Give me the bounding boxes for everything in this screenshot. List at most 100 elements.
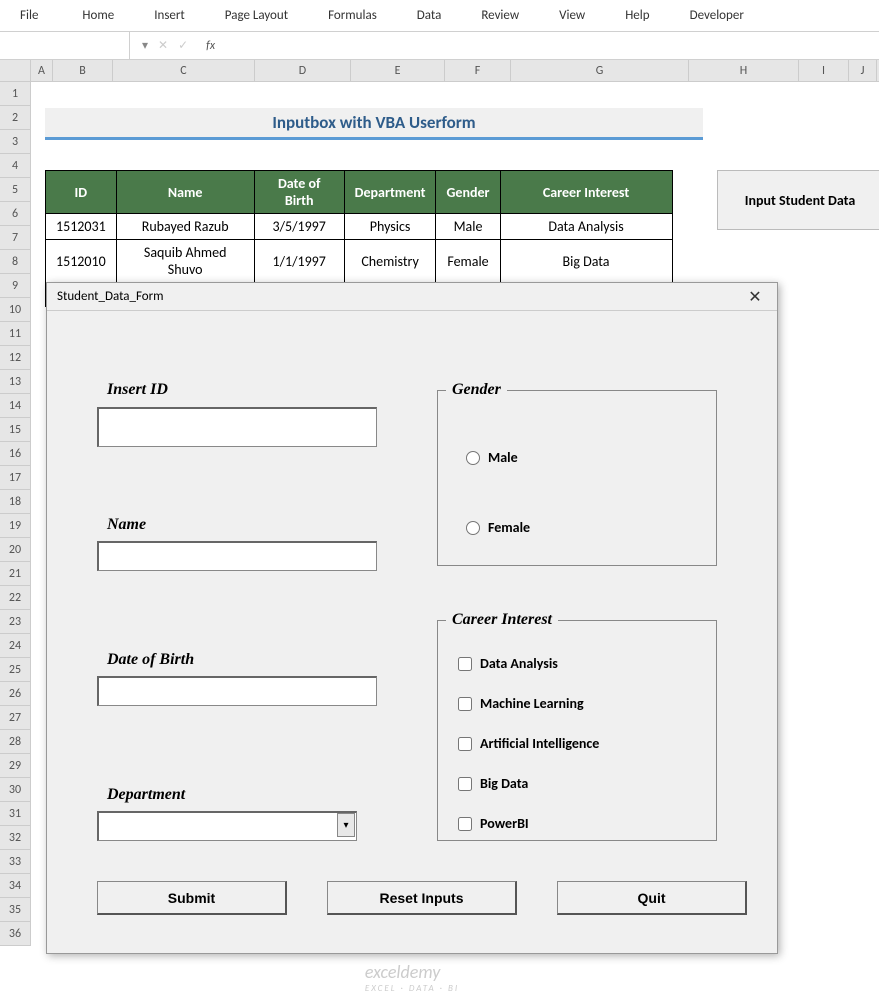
close-icon[interactable]: ✕ bbox=[739, 287, 771, 307]
row-header-22[interactable]: 22 bbox=[0, 586, 30, 610]
name-box[interactable] bbox=[0, 32, 130, 59]
cell[interactable]: 1/1/1997 bbox=[254, 240, 344, 283]
row-header-5[interactable]: 5 bbox=[0, 178, 30, 202]
check-data-analysis[interactable]: Data Analysis bbox=[458, 655, 558, 672]
input-student-data-button[interactable]: Input Student Data bbox=[717, 170, 879, 230]
col-header-d[interactable]: D bbox=[255, 60, 351, 81]
chevron-down-icon[interactable]: ▾ bbox=[337, 813, 355, 837]
col-header-h[interactable]: H bbox=[689, 60, 799, 81]
checkbox-input[interactable] bbox=[458, 737, 472, 751]
row-header-16[interactable]: 16 bbox=[0, 442, 30, 466]
cell[interactable]: Big Data bbox=[500, 240, 672, 283]
cell[interactable]: Data Analysis bbox=[500, 214, 672, 240]
row-header-26[interactable]: 26 bbox=[0, 682, 30, 706]
cell[interactable]: 1512031 bbox=[46, 214, 117, 240]
col-header-i[interactable]: I bbox=[799, 60, 849, 81]
col-header-j[interactable]: J bbox=[849, 60, 877, 81]
col-header-a[interactable]: A bbox=[31, 60, 53, 81]
radio-input[interactable] bbox=[466, 451, 480, 465]
tab-file[interactable]: File bbox=[8, 2, 50, 29]
cell[interactable]: Female bbox=[436, 240, 500, 283]
table-row[interactable]: 1512031 Rubayed Razub 3/5/1997 Physics M… bbox=[46, 214, 673, 240]
row-header-8[interactable]: 8 bbox=[0, 250, 30, 274]
cell[interactable]: Physics bbox=[344, 214, 436, 240]
checkbox-input[interactable] bbox=[458, 657, 472, 671]
cell[interactable]: 3/5/1997 bbox=[254, 214, 344, 240]
tab-formulas[interactable]: Formulas bbox=[320, 2, 385, 29]
row-header-14[interactable]: 14 bbox=[0, 394, 30, 418]
tab-home[interactable]: Home bbox=[74, 2, 122, 29]
row-header-17[interactable]: 17 bbox=[0, 466, 30, 490]
enter-icon[interactable]: ✓ bbox=[178, 38, 188, 53]
row-header-21[interactable]: 21 bbox=[0, 562, 30, 586]
row-header-27[interactable]: 27 bbox=[0, 706, 30, 730]
radio-male[interactable]: Male bbox=[466, 449, 518, 466]
row-header-4[interactable]: 4 bbox=[0, 154, 30, 178]
row-header-9[interactable]: 9 bbox=[0, 274, 30, 298]
row-header-10[interactable]: 10 bbox=[0, 298, 30, 322]
row-header-24[interactable]: 24 bbox=[0, 634, 30, 658]
row-header-30[interactable]: 30 bbox=[0, 778, 30, 802]
col-header-e[interactable]: E bbox=[351, 60, 445, 81]
cell[interactable]: Male bbox=[436, 214, 500, 240]
checkbox-input[interactable] bbox=[458, 697, 472, 711]
row-header-2[interactable]: 2 bbox=[0, 106, 30, 130]
row-header-31[interactable]: 31 bbox=[0, 802, 30, 826]
row-header-28[interactable]: 28 bbox=[0, 730, 30, 754]
tab-review[interactable]: Review bbox=[473, 2, 527, 29]
row-header-35[interactable]: 35 bbox=[0, 898, 30, 922]
checkbox-input[interactable] bbox=[458, 777, 472, 791]
check-powerbi[interactable]: PowerBI bbox=[458, 815, 529, 832]
cell[interactable]: Saquib Ahmed Shuvo bbox=[116, 240, 254, 283]
quit-button[interactable]: Quit bbox=[557, 881, 747, 915]
cell[interactable]: Chemistry bbox=[344, 240, 436, 283]
fx-label[interactable]: fx bbox=[200, 39, 215, 53]
row-header-7[interactable]: 7 bbox=[0, 226, 30, 250]
tab-view[interactable]: View bbox=[551, 2, 593, 29]
row-header-25[interactable]: 25 bbox=[0, 658, 30, 682]
row-header-33[interactable]: 33 bbox=[0, 850, 30, 874]
row-header-19[interactable]: 19 bbox=[0, 514, 30, 538]
row-header-23[interactable]: 23 bbox=[0, 610, 30, 634]
row-header-1[interactable]: 1 bbox=[0, 82, 30, 106]
row-header-32[interactable]: 32 bbox=[0, 826, 30, 850]
row-header-12[interactable]: 12 bbox=[0, 346, 30, 370]
row-header-29[interactable]: 29 bbox=[0, 754, 30, 778]
row-header-18[interactable]: 18 bbox=[0, 490, 30, 514]
userform-titlebar[interactable]: Student_Data_Form ✕ bbox=[47, 283, 777, 311]
check-machine-learning[interactable]: Machine Learning bbox=[458, 695, 584, 712]
cancel-icon[interactable]: ✕ bbox=[158, 38, 168, 53]
dropdown-icon[interactable]: ▾ bbox=[142, 38, 148, 53]
reset-button[interactable]: Reset Inputs bbox=[327, 881, 517, 915]
radio-female[interactable]: Female bbox=[466, 519, 530, 536]
dob-field[interactable] bbox=[97, 676, 377, 706]
cell[interactable]: 1512010 bbox=[46, 240, 117, 283]
tab-help[interactable]: Help bbox=[617, 2, 657, 29]
select-all-corner[interactable] bbox=[0, 60, 31, 81]
department-combo[interactable] bbox=[97, 811, 357, 841]
tab-data[interactable]: Data bbox=[409, 2, 450, 29]
name-field[interactable] bbox=[97, 541, 377, 571]
row-header-34[interactable]: 34 bbox=[0, 874, 30, 898]
col-header-c[interactable]: C bbox=[113, 60, 255, 81]
cell[interactable]: Rubayed Razub bbox=[116, 214, 254, 240]
col-header-g[interactable]: G bbox=[511, 60, 689, 81]
col-header-b[interactable]: B bbox=[53, 60, 113, 81]
col-header-f[interactable]: F bbox=[445, 60, 511, 81]
row-header-11[interactable]: 11 bbox=[0, 322, 30, 346]
row-header-6[interactable]: 6 bbox=[0, 202, 30, 226]
row-header-3[interactable]: 3 bbox=[0, 130, 30, 154]
row-header-36[interactable]: 36 bbox=[0, 922, 30, 946]
row-header-20[interactable]: 20 bbox=[0, 538, 30, 562]
table-row[interactable]: 1512010 Saquib Ahmed Shuvo 1/1/1997 Chem… bbox=[46, 240, 673, 283]
tab-insert[interactable]: Insert bbox=[146, 2, 193, 29]
check-big-data[interactable]: Big Data bbox=[458, 775, 528, 792]
checkbox-input[interactable] bbox=[458, 817, 472, 831]
id-field[interactable] bbox=[97, 407, 377, 447]
check-ai[interactable]: Artificial Intelligence bbox=[458, 735, 599, 752]
row-header-13[interactable]: 13 bbox=[0, 370, 30, 394]
submit-button[interactable]: Submit bbox=[97, 881, 287, 915]
tab-developer[interactable]: Developer bbox=[682, 2, 752, 29]
radio-input[interactable] bbox=[466, 521, 480, 535]
tab-page-layout[interactable]: Page Layout bbox=[217, 2, 296, 29]
